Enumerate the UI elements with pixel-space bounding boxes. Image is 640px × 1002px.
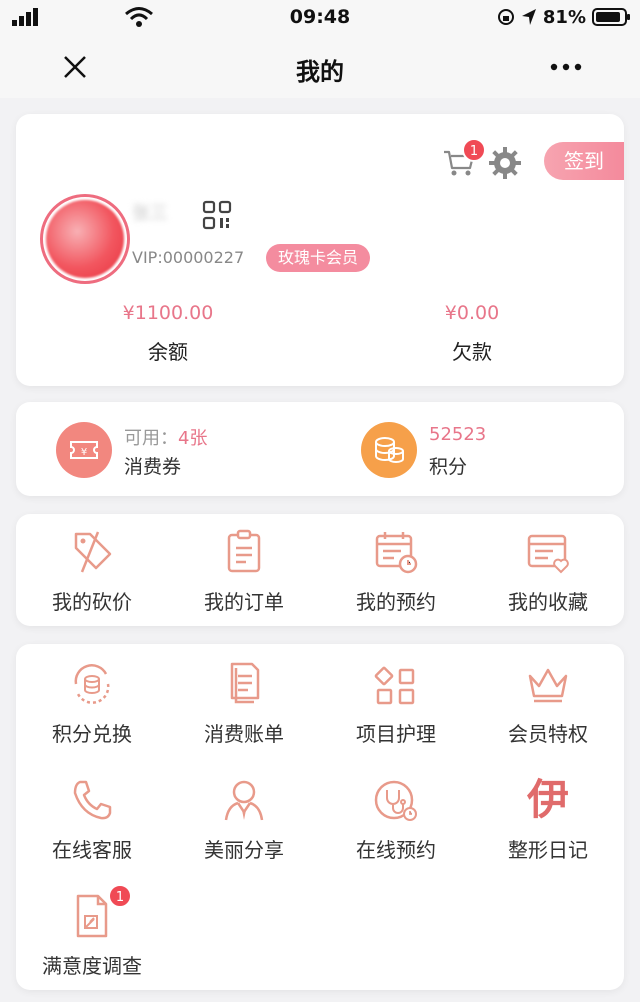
profile-card: 1 签到 张三 VIP:00000227 玫瑰卡会员 ¥1100.00 余额 ¥… [16, 114, 624, 386]
survey-badge: 1 [108, 884, 132, 908]
my-bargain-button[interactable]: 我的砍价 [16, 528, 168, 615]
points-label: 积分 [429, 456, 468, 478]
balance-block[interactable]: ¥1100.00 余额 [68, 302, 268, 365]
cart-badge: 1 [462, 138, 486, 162]
member-tag: 玫瑰卡会员 [266, 244, 371, 272]
rotation-lock-icon [497, 9, 514, 25]
ticket-icon: ¥ [70, 441, 98, 459]
beauty-share-label: 美丽分享 [204, 838, 284, 862]
page-title: 我的 [296, 58, 344, 86]
username: 张三 [132, 203, 168, 224]
my-favorites-label: 我的收藏 [508, 590, 588, 614]
nav-bar: 我的 [0, 36, 640, 98]
member-privileges-button[interactable]: 会员特权 [472, 660, 624, 747]
satisfaction-survey-button[interactable]: 1 满意度调查 [16, 884, 168, 979]
my-appointments-label: 我的预约 [356, 590, 436, 614]
points-value: 52523 [429, 424, 487, 445]
stethoscope-clock-icon [374, 780, 417, 821]
beauty-share-button[interactable]: 美丽分享 [168, 776, 320, 863]
voucher-count: 4张 [178, 428, 208, 449]
my-bargain-label: 我的砍价 [52, 590, 132, 614]
voucher-available-label: 可用： [124, 428, 178, 449]
project-care-button[interactable]: 项目护理 [320, 660, 472, 747]
my-orders-label: 我的订单 [204, 590, 284, 614]
svg-text:¥: ¥ [81, 447, 87, 458]
more-icon[interactable] [548, 52, 584, 82]
member-privileges-label: 会员特权 [508, 722, 588, 746]
yi-character-icon: 伊 [526, 775, 569, 824]
crown-icon [528, 668, 568, 703]
status-bar: 09:48 81% [0, 0, 640, 36]
my-appointments-button[interactable]: 我的预约 [320, 528, 472, 615]
avatar[interactable] [40, 194, 130, 284]
consumption-bill-label: 消费账单 [204, 722, 284, 746]
services-card: 积分兑换 消费账单 项目护理 会员特权 在线客服 美丽分享 在线预约 伊 整形日… [16, 644, 624, 990]
debt-label: 欠款 [452, 340, 492, 364]
points-entry[interactable]: 52523 积分 [361, 422, 561, 478]
points-exchange-label: 积分兑换 [52, 722, 132, 746]
grid-items-icon [374, 666, 415, 705]
consumption-bill-button[interactable]: 消费账单 [168, 660, 320, 747]
online-support-label: 在线客服 [52, 838, 132, 862]
price-tag-icon [74, 531, 112, 573]
battery-icon [592, 8, 630, 26]
cart-button[interactable]: 1 [442, 138, 486, 178]
voucher-icon-circle: ¥ [56, 422, 112, 478]
gear-icon[interactable] [488, 146, 522, 180]
location-icon [521, 9, 536, 25]
points-exchange-button[interactable]: 积分兑换 [16, 660, 168, 747]
battery-percent: 81% [542, 6, 586, 28]
calendar-clock-icon [375, 532, 418, 574]
phone-icon [73, 780, 112, 820]
online-support-button[interactable]: 在线客服 [16, 776, 168, 863]
my-orders-button[interactable]: 我的订单 [168, 528, 320, 615]
satisfaction-survey-label: 满意度调查 [42, 954, 142, 978]
vip-number: VIP:00000227 [132, 248, 245, 267]
voucher-entry[interactable]: ¥ 可用：4张 消费券 [56, 422, 256, 478]
points-exchange-icon [74, 664, 110, 704]
voucher-available: 可用：4张 [124, 424, 207, 450]
bill-icon [230, 662, 260, 704]
qr-code-icon[interactable] [202, 200, 232, 230]
online-booking-label: 在线预约 [356, 838, 436, 862]
debt-block[interactable]: ¥0.00 欠款 [372, 302, 572, 365]
balance-label: 余额 [148, 340, 188, 364]
debt-amount: ¥0.00 [444, 302, 500, 324]
coins-icon [375, 437, 404, 463]
voucher-label: 消费券 [124, 456, 182, 478]
summary-card: ¥ 可用：4张 消费券 52523 积分 [16, 402, 624, 496]
cosmetic-diary-button[interactable]: 伊 整形日记 [472, 776, 624, 863]
online-booking-button[interactable]: 在线预约 [320, 776, 472, 863]
checkin-button[interactable]: 签到 [544, 142, 624, 180]
orders-card: 我的砍价 我的订单 我的预约 我的收藏 [16, 514, 624, 626]
project-care-label: 项目护理 [356, 722, 436, 746]
balance-amount: ¥1100.00 [122, 302, 214, 324]
favorites-card-icon [527, 534, 569, 574]
points-icon-circle [361, 422, 417, 478]
clipboard-icon [227, 529, 261, 573]
cosmetic-diary-label: 整形日记 [508, 838, 588, 862]
person-share-icon [224, 780, 264, 821]
my-favorites-button[interactable]: 我的收藏 [472, 528, 624, 615]
